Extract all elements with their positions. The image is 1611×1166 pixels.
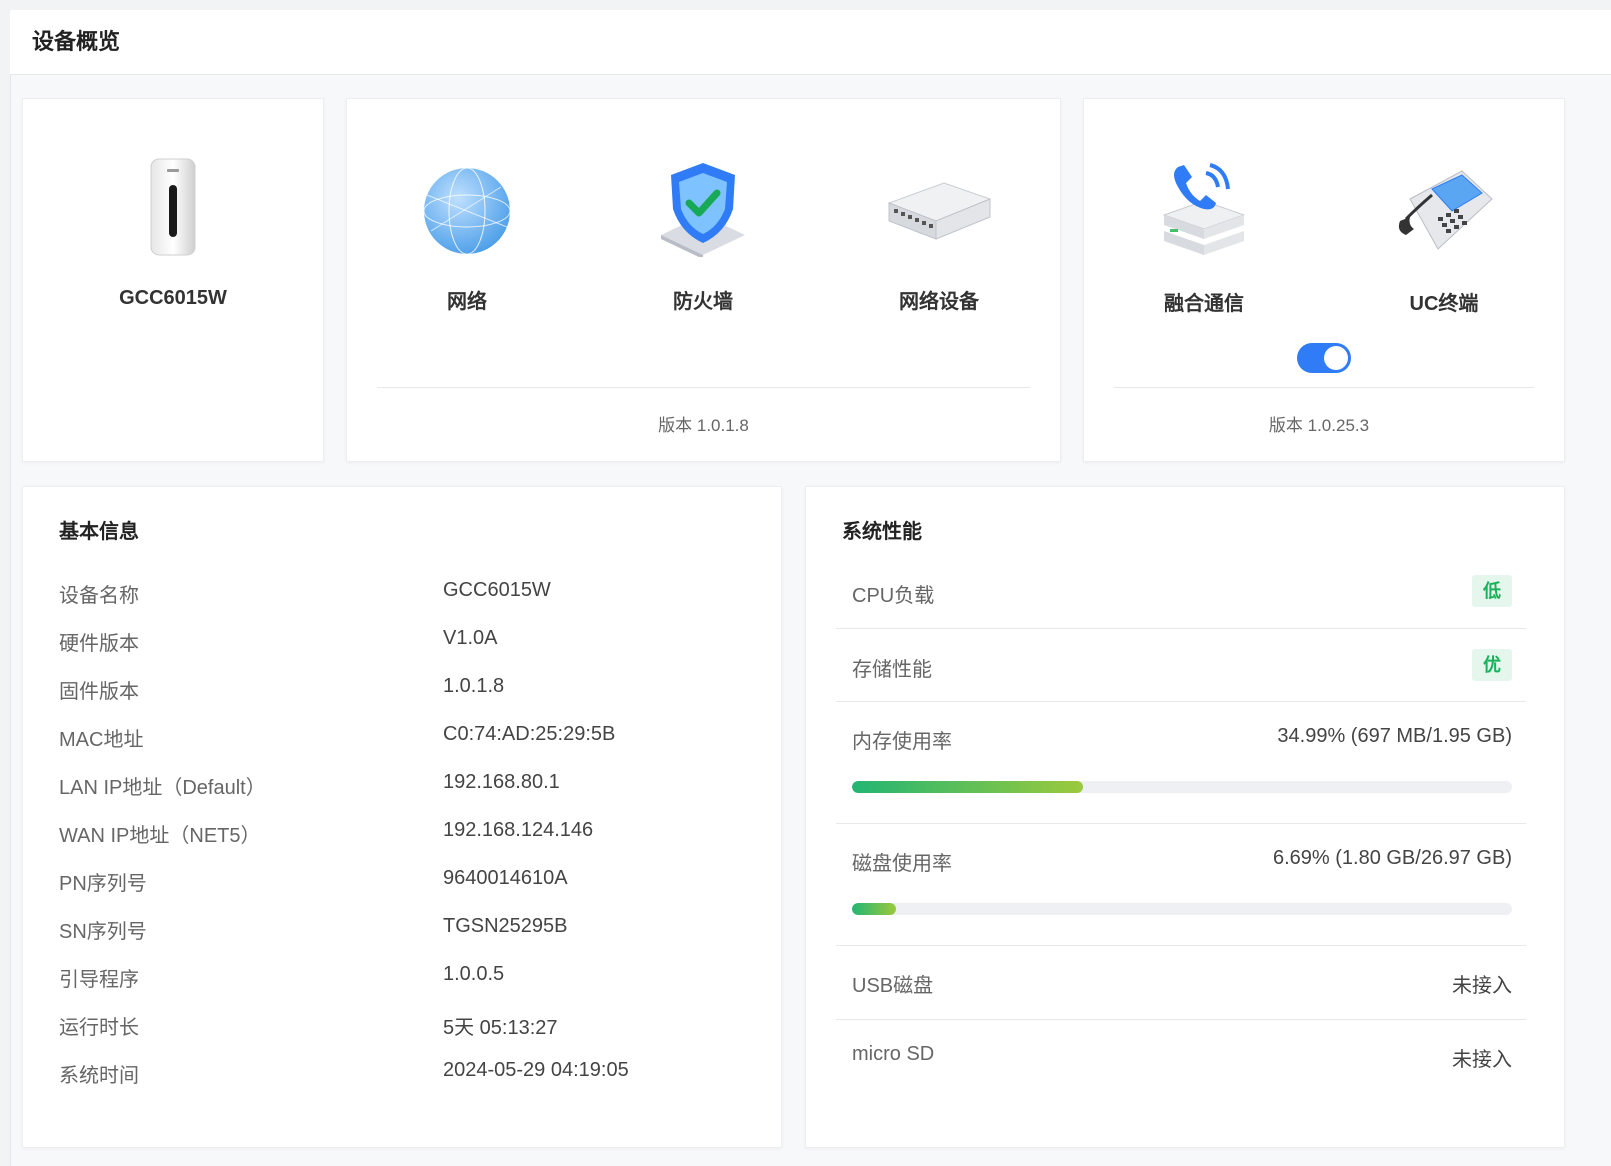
tile-firewall-label: 防火墙 [673,291,733,313]
info-value: 1.0.0.5 [443,963,505,985]
info-row: LAN IP地址（Default） 192.168.80.1 [59,771,759,801]
perf-divider [836,628,1526,629]
perf-divider [836,823,1526,824]
page-header: 设备概览 [10,10,1611,75]
memory-value: 34.99% (697 MB/1.95 GB) [1277,725,1512,747]
perf-divider [836,1019,1526,1020]
info-row: SN序列号 TGSN25295B [59,915,759,945]
device-card[interactable]: GCC6015W [22,98,324,462]
info-key: PN序列号 [59,873,147,895]
basic-info-title: 基本信息 [59,521,139,543]
switch-icon [887,182,992,240]
usb-row: USB磁盘 未接入 [836,969,1526,1009]
info-row: 固件版本 1.0.1.8 [59,675,759,705]
info-value: 1.0.1.8 [443,675,505,697]
uc-card-divider [1114,387,1534,388]
info-value: TGSN25295B [443,915,568,937]
tile-uc-terminal-label: UC终端 [1409,293,1479,315]
storage-row: 存储性能 优 [836,649,1526,689]
tile-unified-comms-label: 融合通信 [1164,293,1244,315]
info-key: MAC地址 [59,729,144,751]
phone-server-icon [1162,163,1246,255]
info-value: 2024-05-29 04:19:05 [443,1059,629,1081]
memory-row: 内存使用率 34.99% (697 MB/1.95 GB) [836,725,1526,795]
info-value: 192.168.124.146 [443,819,594,841]
disk-usage-bar [852,903,1512,915]
disk-label: 磁盘使用率 [852,853,952,875]
info-value: GCC6015W [443,579,551,601]
info-key: 引导程序 [59,969,139,991]
tile-unified-comms[interactable]: 融合通信 [1104,159,1304,316]
router-device-icon [150,158,196,256]
perf-divider [836,701,1526,702]
tile-network-devices[interactable]: 网络设备 [839,165,1039,314]
info-key: 运行时长 [59,1017,139,1039]
usb-label: USB磁盘 [852,975,934,997]
info-value: 9640014610A [443,867,568,889]
info-value: C0:74:AD:25:29:5B [443,723,616,745]
info-row: 设备名称 GCC6015W [59,579,759,609]
disk-row: 磁盘使用率 6.69% (1.80 GB/26.97 GB) [836,847,1526,917]
storage-badge: 优 [1472,649,1512,681]
cpu-load-row: CPU负载 低 [836,575,1526,615]
info-key: WAN IP地址（NET5） [59,825,261,847]
info-value: 5天 05:13:27 [443,1017,558,1039]
usb-value: 未接入 [1452,975,1512,997]
cpu-load-label: CPU负载 [852,585,935,607]
info-key: SN序列号 [59,921,147,943]
perf-divider [836,945,1526,946]
shield-icon [661,163,745,257]
info-row: PN序列号 9640014610A [59,867,759,897]
network-card: 网络 防火墙 网络设备 版本 1.0.1.8 [346,98,1061,462]
uc-version: 版本 1.0.25.3 [1268,416,1370,435]
globe-icon [423,167,511,255]
tile-firewall[interactable]: 防火墙 [603,157,803,314]
info-row: 硬件版本 V1.0A [59,627,759,657]
info-row: MAC地址 C0:74:AD:25:29:5B [59,723,759,753]
network-version: 版本 1.0.1.8 [658,416,749,435]
info-row: WAN IP地址（NET5） 192.168.124.146 [59,819,759,849]
network-card-divider [377,387,1030,388]
memory-usage-bar [852,781,1512,793]
device-name: GCC6015W [119,287,227,309]
memory-label: 内存使用率 [852,731,952,753]
info-value: 192.168.80.1 [443,771,560,793]
disk-usage-fill [852,903,897,915]
sd-value: 未接入 [1452,1049,1512,1071]
toggle-knob [1324,346,1348,370]
tile-network-label: 网络 [447,291,487,313]
tile-uc-terminal[interactable]: UC终端 [1344,159,1544,316]
info-key: 系统时间 [59,1065,139,1087]
uc-card: 融合通信 UC终端 版本 1.0.25.3 [1083,98,1565,462]
device-tile[interactable]: GCC6015W [73,155,273,310]
memory-usage-fill [852,781,1083,793]
storage-label: 存储性能 [852,659,932,681]
info-value: V1.0A [443,627,498,649]
basic-info-card: 基本信息 设备名称 GCC6015W 硬件版本 V1.0A 固件版本 1.0.1.8 MAC… [22,486,782,1148]
page-title: 设备概览 [32,29,121,54]
performance-title: 系统性能 [842,521,922,543]
info-key: LAN IP地址（Default） [59,777,266,799]
sd-label: micro SD [852,1043,935,1065]
info-row: 引导程序 1.0.0.5 [59,963,759,993]
info-key: 固件版本 [59,681,139,703]
sd-row: micro SD 未接入 [836,1043,1526,1083]
desk-phone-icon [1398,170,1493,250]
info-row: 系统时间 2024-05-29 04:19:05 [59,1059,759,1089]
disk-value: 6.69% (1.80 GB/26.97 GB) [1272,847,1512,869]
info-row: 运行时长 5天 05:13:27 [59,1011,759,1041]
performance-card: 系统性能 CPU负载 低 存储性能 优 内存使用率 34.99% (697 MB… [805,486,1565,1148]
cpu-load-badge: 低 [1472,575,1512,607]
uc-enable-toggle[interactable] [1297,343,1351,373]
info-key: 设备名称 [59,585,139,607]
info-key: 硬件版本 [59,633,139,655]
tile-network-devices-label: 网络设备 [899,291,979,313]
tile-network[interactable]: 网络 [367,165,567,314]
